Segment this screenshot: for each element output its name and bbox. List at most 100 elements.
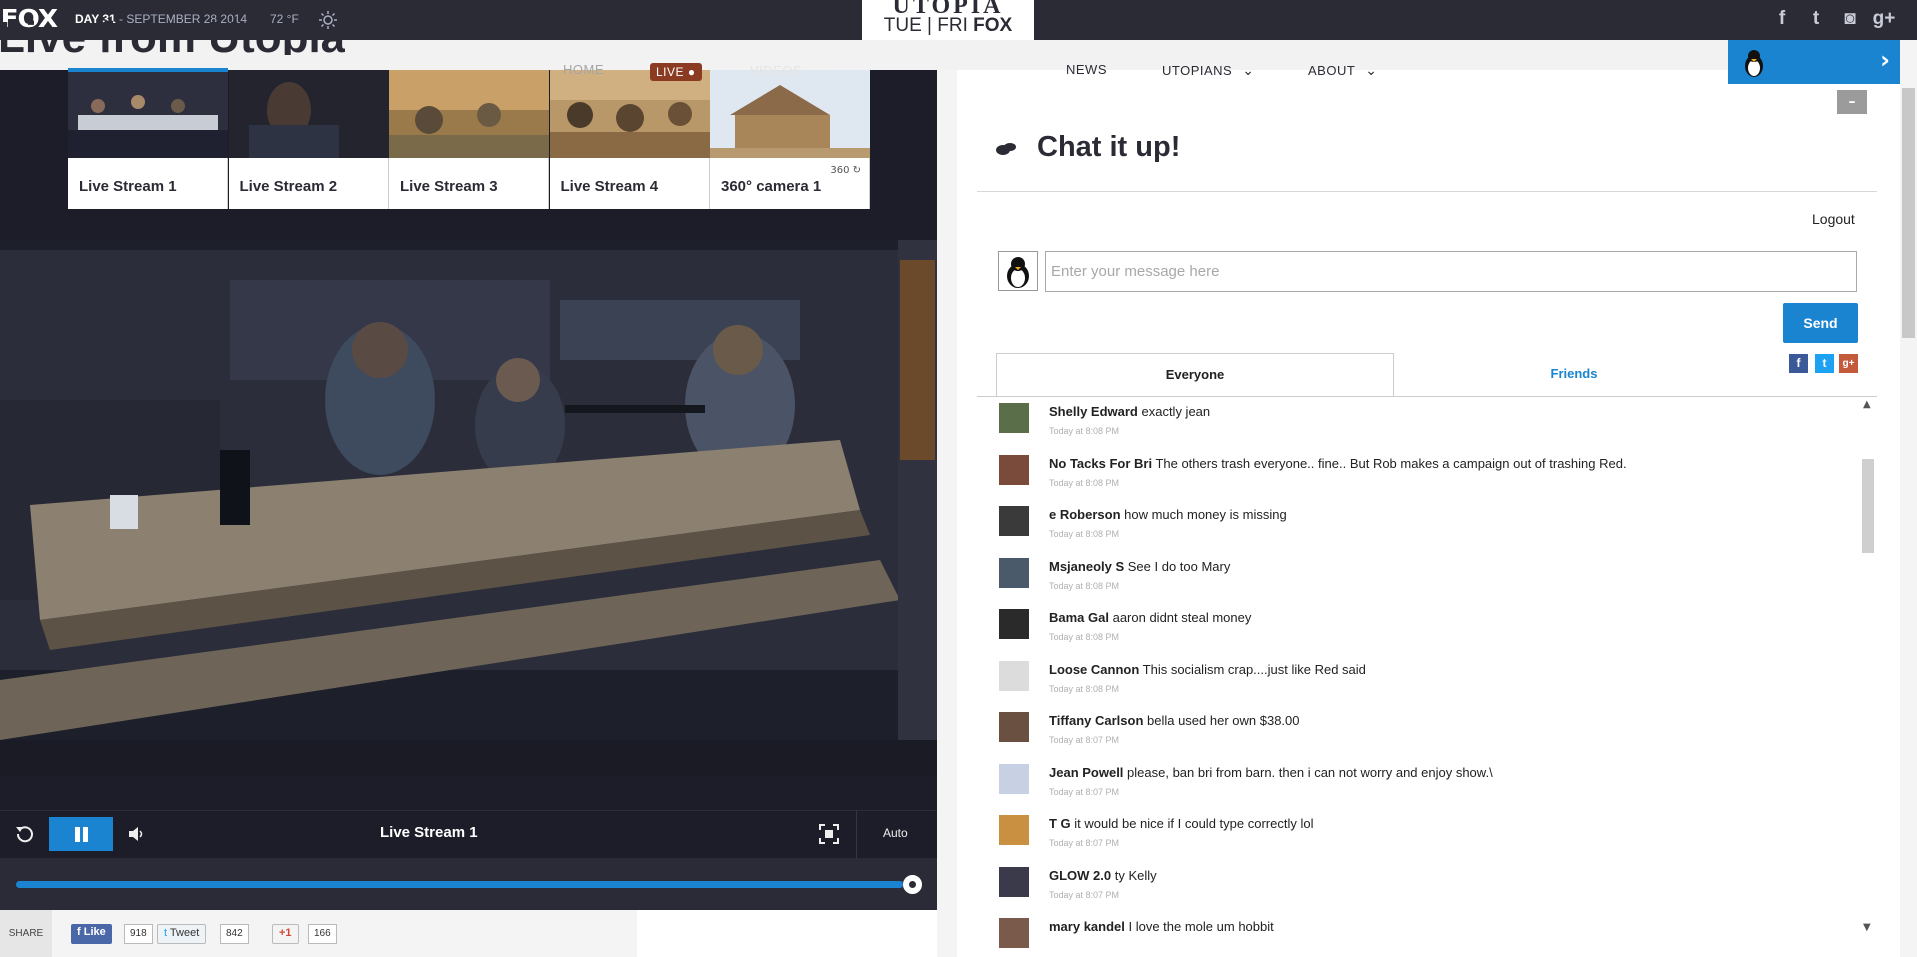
tweet-count: 842 [220,924,249,944]
360-badge: 360 ↻ [830,165,861,176]
avatar[interactable] [999,403,1029,433]
control-divider [856,811,857,859]
message-text: I love the mole um hobbit [1124,919,1274,934]
penguin-icon [1007,257,1029,288]
tab-everyone[interactable]: Everyone [996,353,1394,397]
progress-track[interactable] [16,881,912,888]
thumbnail-label: 360° camera 1 [721,178,822,195]
message-time: Today at 8:08 PM [1049,580,1120,591]
nav-live-label: LIVE [656,65,685,79]
message-author[interactable]: No Tacks For Bri [1049,456,1152,471]
message-author[interactable]: e Roberson [1049,507,1121,522]
show-logo-box[interactable]: UTOPIA TUE | FRI FOX [862,0,1034,40]
message-input[interactable] [1045,251,1857,292]
facebook-icon[interactable]: f [1769,6,1795,32]
message-line: e Roberson how much money is missing [1049,507,1287,522]
stream-thumbnails: Live Stream 1 Live Stream 2 Live Stream … [68,68,871,209]
page-scroll-thumb[interactable] [1902,88,1915,338]
like-count: 918 [124,924,153,944]
message-line: Shelly Edward exactly jean [1049,404,1210,419]
quality-selector[interactable]: Auto [883,826,908,840]
logout-link[interactable]: Logout [1812,211,1855,227]
thumbnail-stream-2[interactable]: Live Stream 2 [228,70,389,209]
message-author[interactable]: Tiffany Carlson [1049,713,1143,728]
message-author[interactable]: Jean Powell [1049,765,1123,780]
volume-icon[interactable] [126,824,146,844]
twitter-icon[interactable]: t [1815,354,1834,373]
avatar[interactable] [999,763,1029,794]
avatar[interactable] [999,506,1029,536]
message-author[interactable]: Bama Gal [1049,610,1109,625]
google-plus-button[interactable]: +1 [272,924,299,944]
avatar[interactable] [999,918,1029,948]
message-time: Today at 8:07 PM [1049,838,1120,848]
send-button[interactable]: Send [1783,303,1858,343]
facebook-icon[interactable]: f [1789,354,1808,373]
share-bar: SHARE f Like 918 t Tweet 842 +1 166 [0,910,637,957]
google-plus-icon[interactable]: g+ [1839,354,1858,373]
current-stream-title: Live Stream 1 [380,824,478,841]
avatar[interactable] [999,557,1029,588]
message-author[interactable]: Msjaneoly S [1049,559,1124,574]
collapse-button[interactable]: – [1837,90,1867,114]
nav-live[interactable]: LIVE ● [650,63,702,81]
avatar[interactable] [999,609,1029,639]
fullscreen-icon[interactable] [818,823,840,845]
like-label: Like [83,926,106,938]
message-text: aaron didnt steal money [1108,610,1252,625]
nav-about[interactable]: ABOUT ⌄ [1308,62,1378,79]
twitter-icon[interactable]: t [1803,6,1829,32]
scroll-down-icon[interactable]: ▼ [1863,922,1871,933]
message-time: Today at 8:07 PM [1049,786,1120,797]
message-text: please, ban bri from barn. then i can no… [1123,764,1493,780]
progress-handle[interactable] [903,875,922,894]
scroll-up-icon[interactable]: ▲ [1863,399,1871,410]
chevron-down-icon: ⌄ [1242,62,1255,78]
video-scene [0,240,937,775]
message-author[interactable]: Shelly Edward [1049,404,1138,419]
nav-news[interactable]: NEWS [1066,62,1107,77]
video-frame[interactable] [0,240,937,775]
message-time: Today at 8:08 PM [1049,477,1120,488]
avatar[interactable] [999,815,1029,845]
user-banner[interactable]: › [1728,40,1900,84]
message-author[interactable]: T G [1049,816,1071,831]
thumbnail-stream-3[interactable]: Live Stream 3 [389,70,549,209]
nav-videos[interactable]: VIDEOS ⌄ [750,62,824,79]
avatar[interactable] [999,866,1029,897]
share-label: SHARE [0,910,52,957]
list-item: Tiffany Carlson bella used her own $38.0… [999,710,1859,761]
pause-button[interactable] [49,817,113,851]
chat-scroll-thumb[interactable] [1862,459,1874,553]
chevron-right-icon: › [1880,46,1890,74]
chevron-down-icon: ⌄ [812,62,825,78]
list-item: GLOW 2.0 ty Kelly Today at 8:07 PM [999,865,1859,916]
message-author[interactable]: Loose Cannon [1049,662,1139,677]
thumbnail-stream-1[interactable]: Live Stream 1 [68,68,228,209]
social-links: f t ◙ g+ [1769,6,1917,32]
nav-home[interactable]: HOME [563,62,604,77]
360-badge-label: 360 [830,165,850,176]
progress-bar[interactable] [0,858,937,910]
thumbnail-stream-4[interactable]: Live Stream 4 [549,70,710,209]
tweet-button[interactable]: t Tweet [157,924,207,944]
thumbnail-label: Live Stream 4 [560,178,659,195]
message-line: mary kandel I love the mole um hobbit [1049,919,1274,934]
google-plus-icon[interactable]: g+ [1871,6,1897,32]
tab-friends[interactable]: Friends [1394,353,1754,397]
avatar[interactable] [999,712,1029,742]
column-gap [937,70,957,957]
nav-utopians[interactable]: UTOPIANS ⌄ [1162,62,1254,79]
list-item: Bama Gal aaron didnt steal money Today at… [999,607,1859,658]
message-author[interactable]: mary kandel [1049,919,1125,934]
facebook-like-button[interactable]: f Like [71,924,112,944]
message-author[interactable]: GLOW 2.0 [1049,868,1111,883]
twitter-icon: t [164,927,168,939]
instagram-icon[interactable]: ◙ [1837,6,1863,32]
list-item: No Tacks For Bri The others trash everyo… [999,453,1859,504]
avatar[interactable] [999,660,1029,691]
avatar[interactable] [999,454,1029,485]
thumbnail-360-camera[interactable]: 360 ↻ 360° camera 1 [710,70,870,209]
list-item: Loose Cannon This socialism crap....just… [999,659,1859,710]
replay-icon[interactable] [14,823,36,845]
